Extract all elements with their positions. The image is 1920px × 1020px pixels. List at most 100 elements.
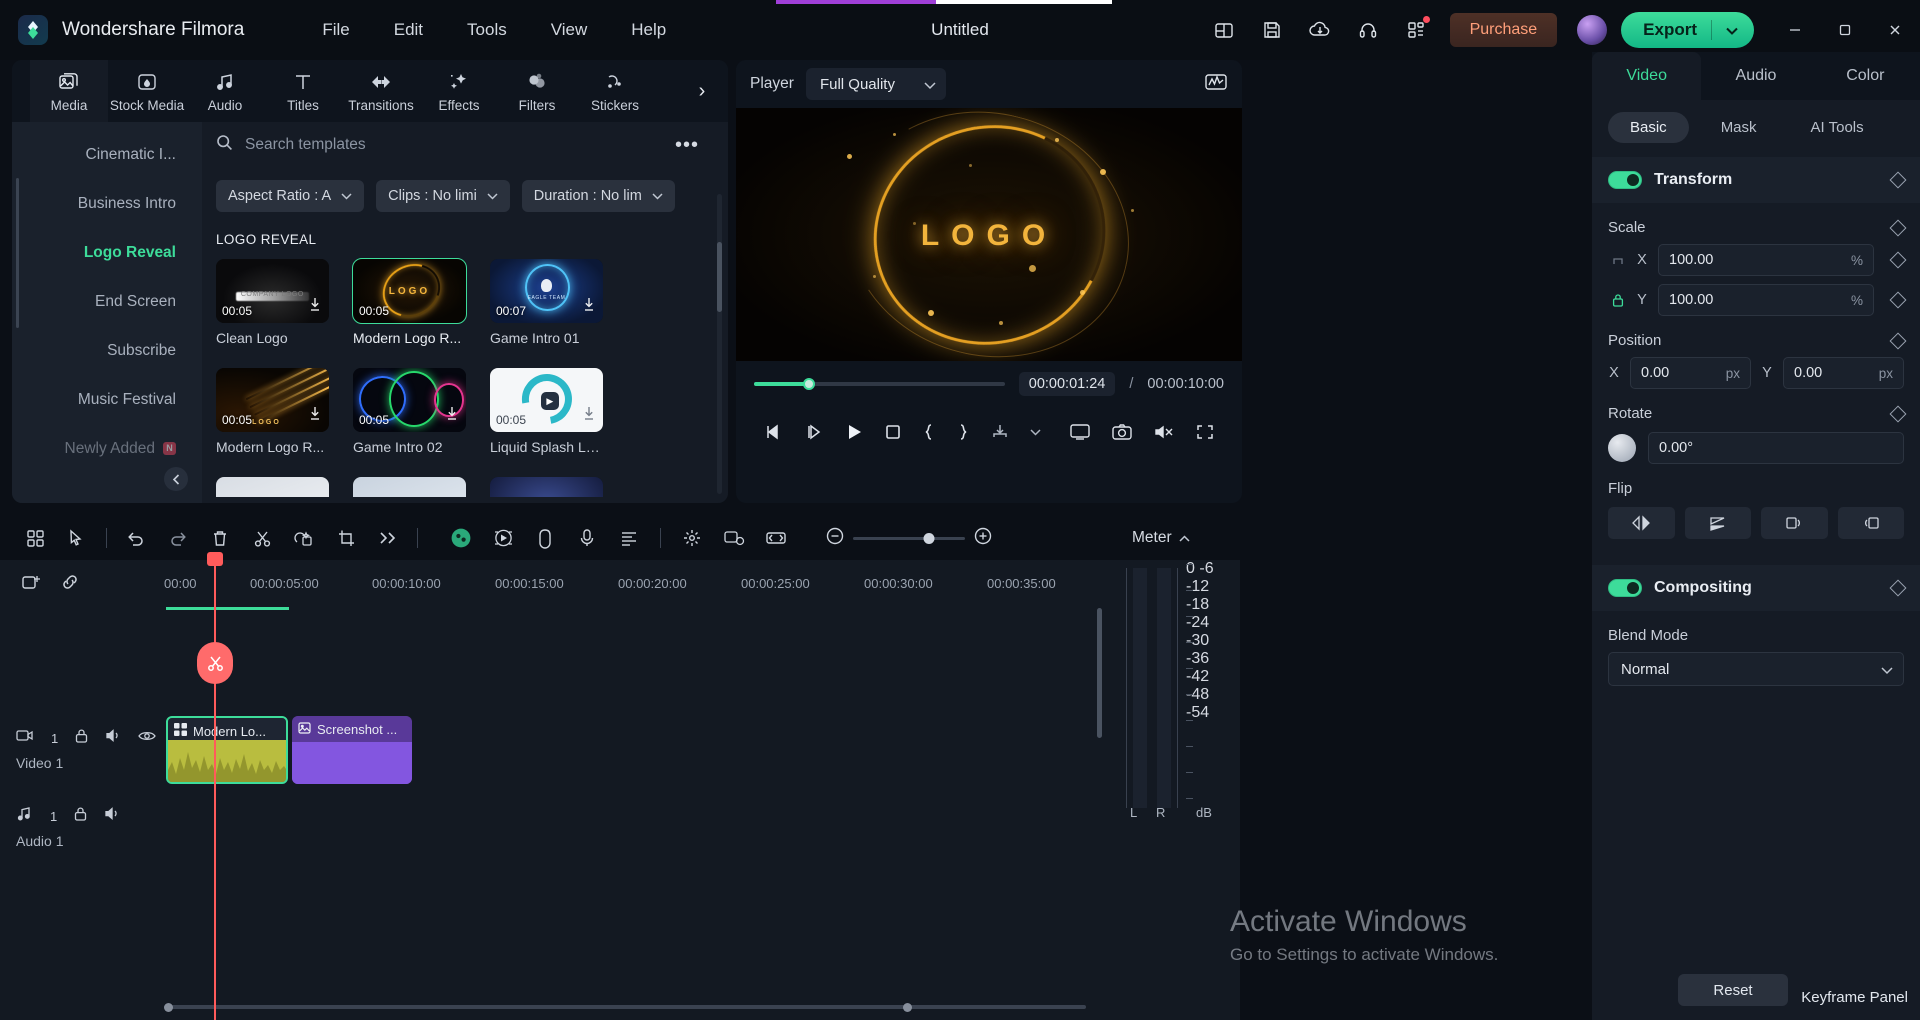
redo-icon[interactable] <box>157 518 199 558</box>
template-card[interactable] <box>353 477 466 497</box>
compositing-toggle[interactable] <box>1608 579 1642 597</box>
preview-stage[interactable]: LOGO <box>736 108 1242 361</box>
category-cinematic-intro[interactable]: Cinematic I... <box>12 130 202 179</box>
auto-caption-icon[interactable] <box>608 518 650 558</box>
waveform-icon[interactable] <box>1204 72 1228 97</box>
position-x-input[interactable]: 0.00 px <box>1630 357 1751 389</box>
sub-tab-basic[interactable]: Basic <box>1608 112 1689 143</box>
mark-in-icon[interactable] <box>922 422 936 442</box>
library-tab-audio[interactable]: Audio <box>186 60 264 122</box>
template-card[interactable]: LOGO 00:05 Modern Logo R... <box>216 368 329 455</box>
prev-frame-icon[interactable] <box>764 423 784 441</box>
export-frame-icon[interactable] <box>990 423 1010 441</box>
rotate-left-icon[interactable] <box>1761 507 1828 539</box>
smart-cutout-icon[interactable] <box>283 518 325 558</box>
download-icon[interactable] <box>582 406 596 426</box>
export-button[interactable]: Export <box>1621 12 1754 48</box>
zoom-in-icon[interactable] <box>973 526 993 551</box>
quality-select[interactable]: Full Quality <box>805 68 946 100</box>
rotate-input[interactable]: 0.00° <box>1648 432 1904 464</box>
template-card[interactable] <box>490 477 603 497</box>
template-card[interactable]: COMPANY LOGO 00:05 Clean Logo <box>216 259 329 346</box>
expand-icon[interactable] <box>1195 423 1215 441</box>
download-icon[interactable] <box>308 297 322 317</box>
track-audio-1[interactable] <box>164 786 1108 860</box>
keyframe-panel-button[interactable]: Keyframe Panel <box>1801 989 1908 1006</box>
avatar[interactable] <box>1577 15 1608 45</box>
tab-color[interactable]: Color <box>1811 52 1920 100</box>
template-thumbnail[interactable] <box>353 477 466 497</box>
tab-video[interactable]: Video <box>1592 52 1702 100</box>
add-media-icon[interactable] <box>20 572 40 597</box>
library-tabs-next-icon[interactable]: › <box>682 60 722 122</box>
category-logo-reveal[interactable]: Logo Reveal <box>12 228 202 277</box>
apps-grid-icon[interactable] <box>1392 8 1440 52</box>
split-scissors-icon[interactable] <box>241 518 283 558</box>
window-minimize-button[interactable] <box>1770 0 1820 60</box>
link-icon[interactable] <box>60 572 80 597</box>
template-thumbnail[interactable]: ▶ 00:05 <box>490 368 603 432</box>
menu-tools[interactable]: Tools <box>445 14 529 46</box>
reset-button[interactable]: Reset <box>1678 974 1788 1006</box>
audio-meter-header[interactable]: Meter <box>1118 512 1238 564</box>
library-tab-filters[interactable]: Filters <box>498 60 576 122</box>
filter-aspect-ratio[interactable]: Aspect Ratio : A <box>216 180 365 212</box>
crop-icon[interactable] <box>325 518 367 558</box>
category-business-intro[interactable]: Business Intro <box>12 179 202 228</box>
playhead-handle[interactable] <box>207 552 223 566</box>
download-icon[interactable] <box>582 297 596 317</box>
scale-link-icon[interactable] <box>1610 256 1626 265</box>
zoom-slider[interactable] <box>853 532 965 544</box>
scale-y-input[interactable]: 100.00 % <box>1658 284 1874 316</box>
filter-duration[interactable]: Duration : No lim <box>521 180 675 212</box>
timeline-clip-video[interactable]: Modern Lo... <box>166 716 288 784</box>
category-end-screen[interactable]: End Screen <box>12 277 202 326</box>
template-thumbnail[interactable]: LOGO 00:05 <box>216 368 329 432</box>
category-subscribe[interactable]: Subscribe <box>12 326 202 375</box>
window-maximize-button[interactable] <box>1820 0 1870 60</box>
transform-toggle[interactable] <box>1608 171 1642 189</box>
playhead[interactable] <box>197 552 233 1020</box>
category-scrollbar[interactable] <box>16 178 19 328</box>
menu-file[interactable]: File <box>300 14 371 46</box>
fullscreen-display-icon[interactable] <box>1069 423 1091 441</box>
library-tab-titles[interactable]: Titles <box>264 60 342 122</box>
template-thumbnail[interactable]: 00:05 <box>353 368 466 432</box>
menu-view[interactable]: View <box>529 14 610 46</box>
green-screen-icon[interactable] <box>713 518 755 558</box>
collapse-sidebar-button[interactable] <box>164 467 188 491</box>
rotate-right-icon[interactable] <box>1837 507 1904 539</box>
templates-more-options-icon[interactable]: ••• <box>672 130 702 160</box>
template-card[interactable]: 00:05 Game Intro 02 <box>353 368 466 455</box>
scale-keyframe-icon[interactable] <box>1889 219 1907 236</box>
library-tab-stickers[interactable]: Stickers <box>576 60 654 122</box>
library-tab-stock-media[interactable]: Stock Media <box>108 60 186 122</box>
mute-icon[interactable] <box>104 806 121 826</box>
flip-vertical-icon[interactable] <box>1684 507 1751 539</box>
background-remove-icon[interactable] <box>671 518 713 558</box>
cloud-upload-icon[interactable] <box>1296 8 1344 52</box>
search-input[interactable] <box>245 136 645 154</box>
seek-handle[interactable] <box>803 378 816 390</box>
aspect-lock-icon[interactable] <box>1610 293 1626 307</box>
snapshot-camera-icon[interactable] <box>1111 423 1133 441</box>
undo-icon[interactable] <box>115 518 157 558</box>
layout-icon[interactable] <box>1200 8 1248 52</box>
mark-out-icon[interactable] <box>956 422 970 442</box>
sub-tab-ai-tools[interactable]: AI Tools <box>1789 112 1886 143</box>
layouts-icon[interactable] <box>14 518 56 558</box>
fit-timeline-icon[interactable] <box>755 518 797 558</box>
timeline-clip-image[interactable]: Screenshot ... <box>292 716 412 784</box>
blend-mode-select[interactable]: Normal <box>1608 652 1904 686</box>
template-thumbnail[interactable] <box>490 477 603 497</box>
flip-horizontal-icon[interactable] <box>1608 507 1675 539</box>
track-video-1[interactable]: Modern Lo... Screenshot ... <box>164 712 1108 786</box>
record-voice-icon[interactable] <box>566 518 608 558</box>
scrollbar-right-handle[interactable] <box>903 1003 912 1012</box>
template-thumbnail[interactable]: LOGO 00:05 <box>352 258 467 324</box>
headset-support-icon[interactable] <box>1344 8 1392 52</box>
select-cursor-icon[interactable] <box>56 518 98 558</box>
keyframe-icon[interactable] <box>524 518 566 558</box>
video-track-icon[interactable] <box>16 728 33 748</box>
template-card[interactable]: ▶ 00:05 Liquid Splash Lo... <box>490 368 603 455</box>
